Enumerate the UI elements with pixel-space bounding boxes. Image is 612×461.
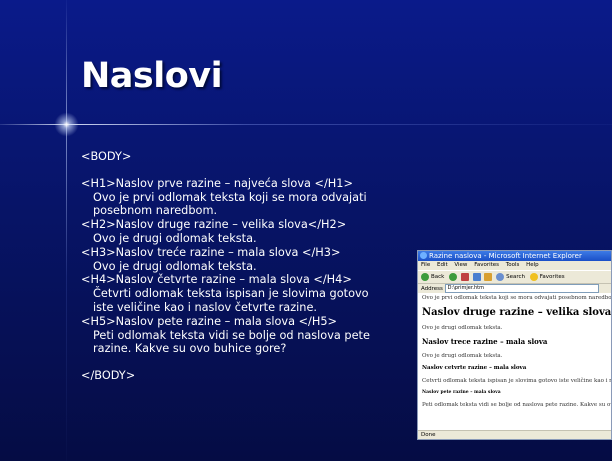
refresh-icon[interactable] [472, 272, 481, 281]
paragraph-2: Ovo je drugi odlomak teksta. [422, 325, 503, 331]
ie-logo-icon [420, 252, 427, 259]
browser-page-content: Ovo je prvi odlomak teksta koji se mora … [422, 295, 611, 414]
stop-icon[interactable] [460, 272, 469, 281]
menu-tools[interactable]: Tools [506, 262, 520, 268]
body-code-line: <H1>Naslov prve razine – najveća slova <… [81, 176, 353, 190]
browser-screenshot: Razine naslova - Microsoft Internet Expl… [417, 250, 612, 440]
paragraph-4: Cetvrti odlomak teksta ispisan je slovim… [422, 378, 611, 384]
body-paragraph-line: razine. Kakve su ovo buhice gore? [93, 342, 287, 356]
address-label: Address [421, 286, 443, 292]
back-icon[interactable] [421, 272, 429, 281]
slide-title: Naslovi [81, 56, 223, 96]
search-icon[interactable] [496, 272, 505, 281]
body-paragraph-line: Ovo je drugi odlomak teksta. [93, 259, 257, 273]
sparkle-decoration [54, 112, 79, 137]
browser-address-bar: Address D:\primjer.htm [418, 284, 611, 293]
paragraph-3: Ovo je drugi odlomak teksta. [422, 353, 503, 359]
menu-edit[interactable]: Edit [437, 262, 448, 268]
decorative-vertical-line [66, 0, 67, 461]
menu-file[interactable]: File [421, 262, 430, 268]
body-paragraph-line: Peti odlomak teksta vidi se bolje od nas… [93, 328, 370, 342]
body-paragraph-line: Četvrti odlomak teksta ispisan je slovim… [93, 287, 369, 301]
home-icon[interactable] [484, 272, 493, 281]
slide-body: <BODY> <H1>Naslov prve razine – najveća s… [81, 150, 411, 383]
browser-toolbar: Back Search Favorites [418, 270, 611, 284]
address-input[interactable]: D:\primjer.htm [444, 284, 599, 293]
body-code-line: <H5>Naslov pete razine – mala slova </H5… [81, 314, 338, 328]
body-code-line: </BODY> [81, 369, 136, 383]
body-code-line: <BODY> [81, 150, 132, 163]
paragraph-1: Ovo je prvi odlomak teksta koji se mora … [422, 295, 612, 301]
body-code-line: <H3>Naslov treće razine – mala slova </H… [81, 245, 341, 259]
search-label[interactable]: Search [506, 274, 525, 280]
body-code-line: <H4>Naslov četvrte razine – mala slova <… [81, 273, 352, 287]
slide: Naslovi <BODY> <H1>Naslov prve razine – n… [0, 0, 612, 461]
paragraph-5: Peti odlomak teksta vidi se bolje od nas… [422, 402, 611, 408]
body-code-line: <H2>Naslov druge razine – velika slova</… [81, 218, 347, 232]
decorative-horizontal-line [0, 124, 612, 125]
favorites-label[interactable]: Favorites [540, 274, 565, 280]
heading-h2: Naslov druge razine – velika slova [422, 307, 612, 318]
body-paragraph-line: posebnom naredbom. [93, 204, 218, 218]
menu-help[interactable]: Help [526, 262, 539, 268]
menu-view[interactable]: View [454, 262, 467, 268]
browser-title-bar: Razine naslova - Microsoft Internet Expl… [418, 251, 611, 261]
menu-favorites[interactable]: Favorites [474, 262, 499, 268]
heading-h3: Naslov trece razine – mala slova [422, 337, 548, 346]
body-paragraph-line: Ovo je prvi odlomak teksta koji se mora … [93, 190, 367, 204]
favorites-icon[interactable] [529, 272, 538, 281]
browser-title: Razine naslova - Microsoft Internet Expl… [429, 252, 582, 260]
browser-menu-bar: File Edit View Favorites Tools Help [418, 261, 611, 270]
heading-h4: Naslov cetvrte razine – mala slova [422, 365, 527, 371]
browser-status-bar: Done [418, 430, 611, 439]
back-label[interactable]: Back [431, 274, 444, 280]
heading-h5: Naslov pete razine – mala slova [422, 390, 501, 395]
body-paragraph-line: Ovo je drugi odlomak teksta. [93, 231, 257, 245]
body-paragraph-line: iste veličine kao i naslov četvrte razin… [93, 300, 317, 314]
forward-icon[interactable] [449, 272, 458, 281]
